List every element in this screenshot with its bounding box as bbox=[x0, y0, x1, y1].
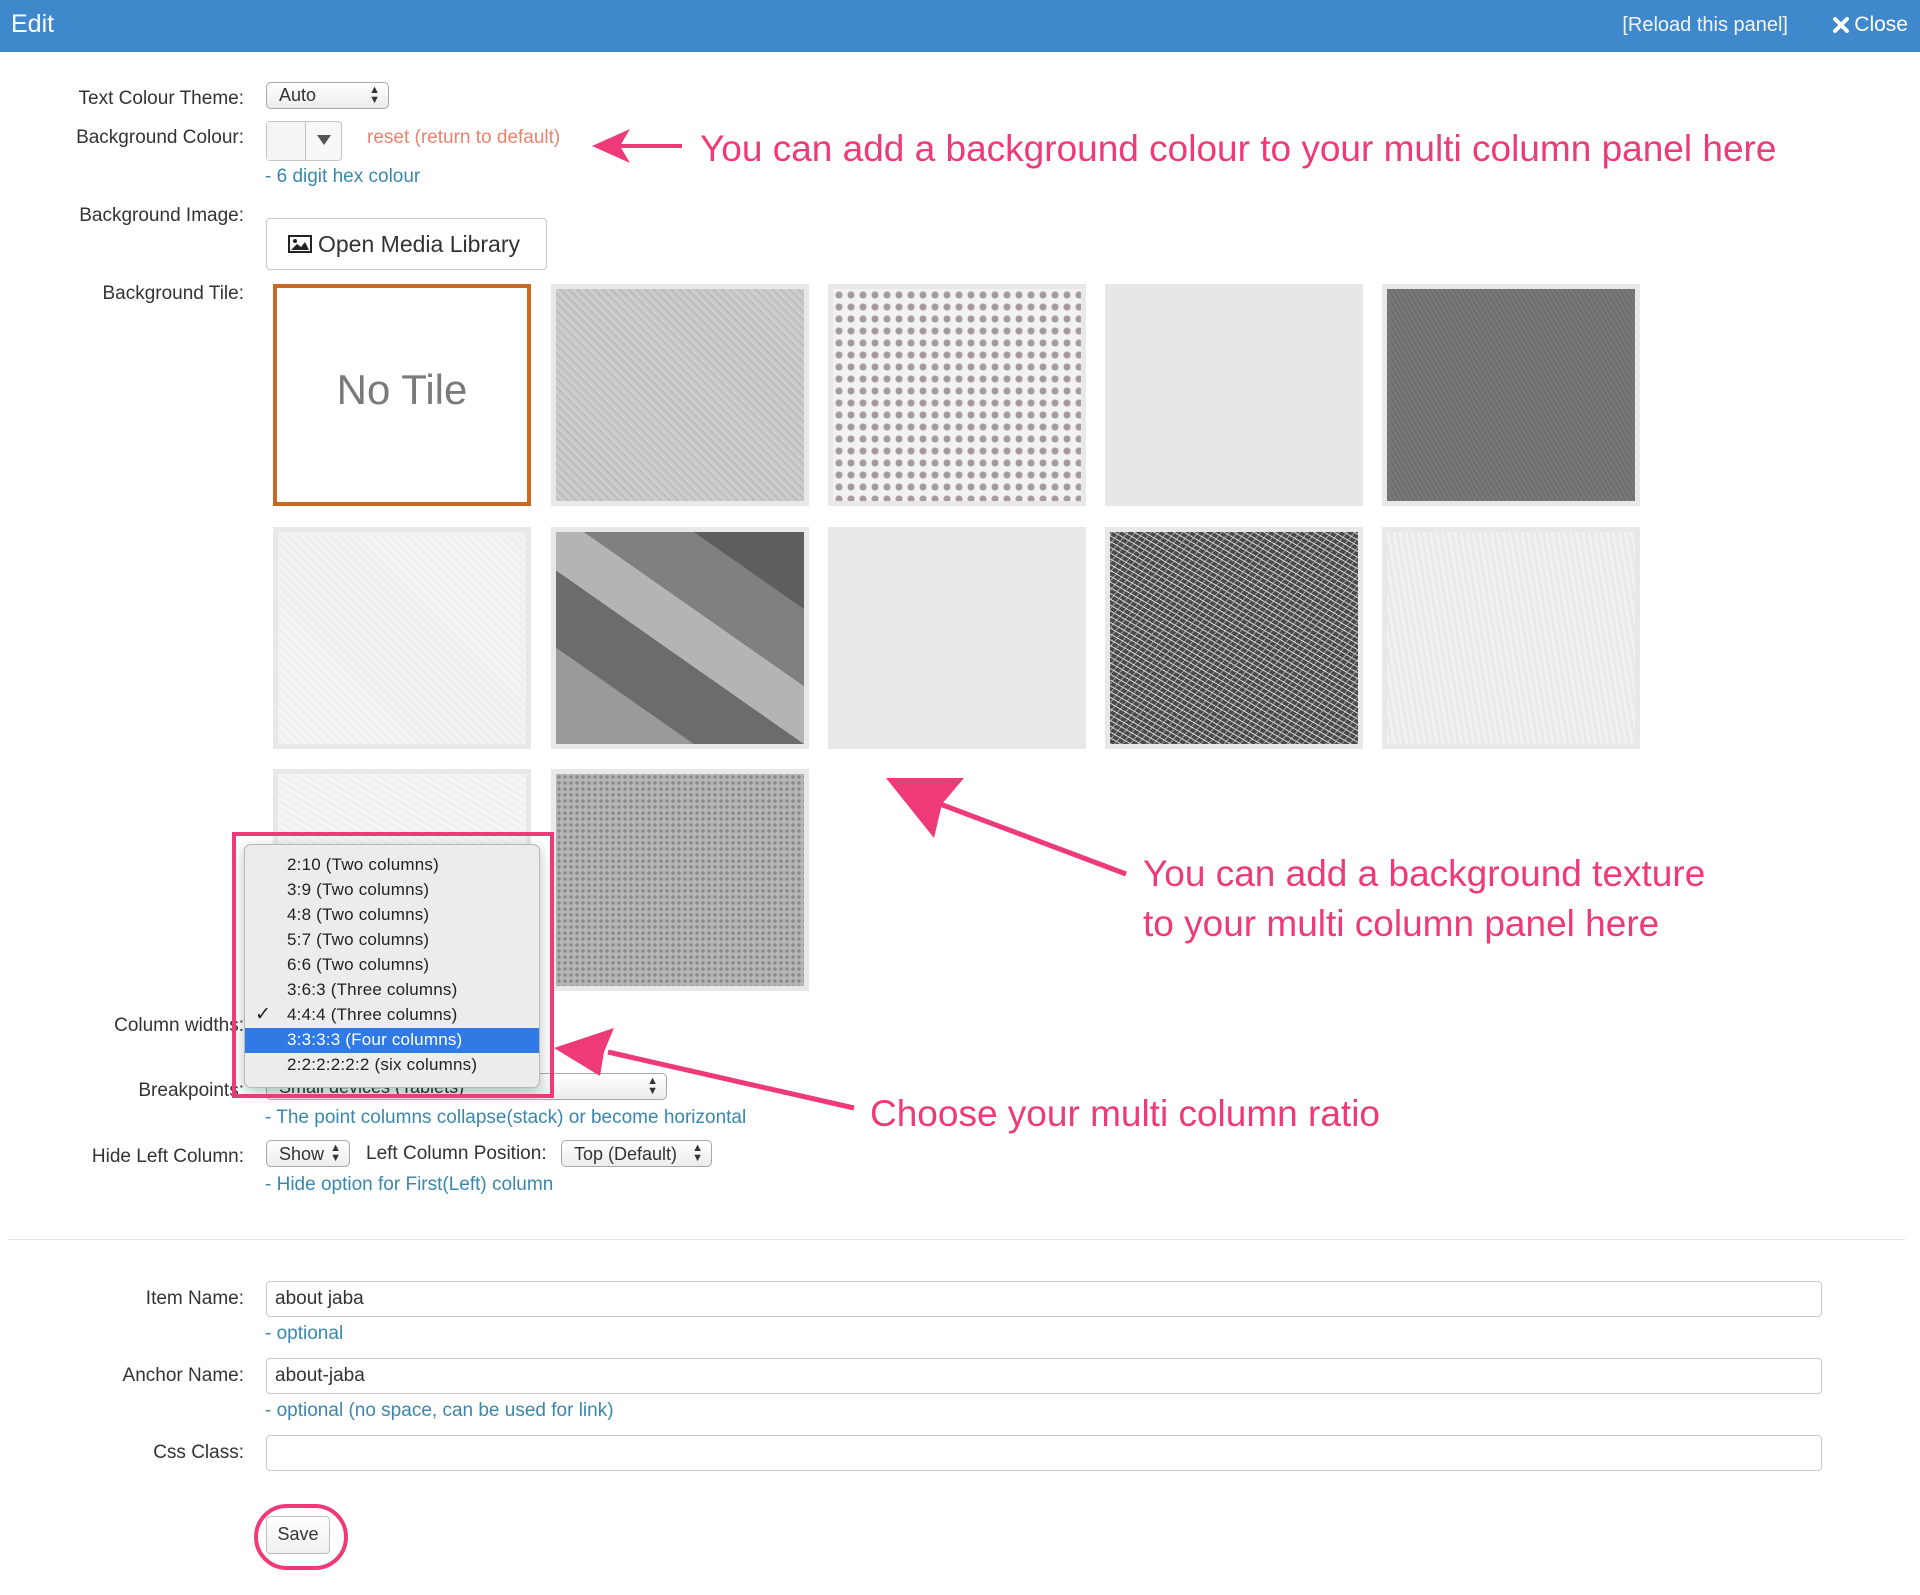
tile-option[interactable] bbox=[1105, 527, 1363, 749]
hide-left-column-help: - Hide option for First(Left) column bbox=[265, 1174, 554, 1195]
annotation-column-ratio: Choose your multi column ratio bbox=[870, 1093, 1380, 1134]
css-class-input[interactable] bbox=[266, 1435, 1822, 1471]
updown-icon: ▲ ▼ bbox=[692, 1142, 703, 1164]
left-column-position-label: Left Column Position: bbox=[366, 1143, 547, 1164]
left-column-position-value: Top (Default) bbox=[574, 1144, 678, 1164]
annotation-save-circle bbox=[254, 1504, 348, 1570]
tile-option[interactable] bbox=[551, 769, 809, 991]
open-media-library-button[interactable]: Open Media Library bbox=[266, 218, 547, 270]
panel-header: Edit [Reload this panel] Close bbox=[0, 0, 1920, 52]
background-colour-label: Background Colour: bbox=[76, 127, 244, 148]
text-colour-theme-select[interactable]: Auto ▲ ▼ bbox=[266, 82, 389, 109]
hide-left-column-label: Hide Left Column: bbox=[91, 1146, 244, 1167]
annotation-arrow-colour bbox=[592, 129, 682, 163]
annotation-highlight-box bbox=[232, 832, 554, 1098]
close-label: Close bbox=[1854, 13, 1908, 36]
updown-icon: ▲ ▼ bbox=[369, 84, 380, 106]
annotation-background-colour: You can add a background colour to your … bbox=[700, 128, 1777, 169]
anchor-name-label: Anchor Name: bbox=[122, 1365, 244, 1386]
annotation-texture-line1: You can add a background texture bbox=[1143, 853, 1706, 894]
anchor-name-input[interactable] bbox=[266, 1358, 1822, 1394]
close-icon bbox=[1833, 17, 1850, 33]
tile-option[interactable] bbox=[1382, 284, 1640, 506]
tile-option[interactable] bbox=[828, 284, 1086, 506]
colour-swatch bbox=[267, 122, 306, 160]
breakpoints-label: Breakpoints: bbox=[138, 1080, 244, 1101]
tile-option[interactable] bbox=[551, 284, 809, 506]
annotation-arrow-texture bbox=[886, 778, 1127, 877]
hex-colour-help: - 6 digit hex colour bbox=[265, 166, 421, 187]
anchor-name-help: - optional (no space, can be used for li… bbox=[265, 1400, 614, 1421]
item-name-label: Item Name: bbox=[145, 1288, 244, 1309]
panel-title: Edit bbox=[11, 10, 55, 38]
hide-left-column-select[interactable]: Show ▲ ▼ bbox=[266, 1140, 350, 1167]
open-media-library-label: Open Media Library bbox=[318, 231, 520, 257]
item-name-input[interactable] bbox=[266, 1281, 1822, 1317]
tile-option[interactable] bbox=[273, 527, 531, 749]
reset-colour-link[interactable]: reset (return to default) bbox=[367, 127, 560, 149]
updown-icon: ▲ ▼ bbox=[330, 1142, 341, 1164]
no-tile-label: No Tile bbox=[336, 366, 468, 413]
text-colour-theme-label: Text Colour Theme: bbox=[78, 88, 244, 109]
hide-left-column-value: Show bbox=[279, 1144, 325, 1164]
reload-panel-link[interactable]: [Reload this panel] bbox=[1622, 14, 1788, 37]
left-column-position-select[interactable]: Top (Default) ▲ ▼ bbox=[561, 1140, 712, 1167]
annotation-texture-line2: to your multi column panel here bbox=[1143, 903, 1660, 944]
css-class-label: Css Class: bbox=[153, 1442, 244, 1463]
background-image-label: Background Image: bbox=[79, 205, 244, 226]
image-icon bbox=[288, 235, 312, 253]
close-button[interactable]: Close bbox=[1832, 13, 1908, 37]
tile-option-none[interactable]: No Tile bbox=[273, 284, 531, 506]
section-divider bbox=[8, 1239, 1905, 1240]
tile-option[interactable] bbox=[1105, 284, 1363, 506]
item-name-help: - optional bbox=[265, 1323, 344, 1344]
caret-down-icon bbox=[317, 135, 331, 145]
text-colour-theme-value: Auto bbox=[279, 85, 317, 105]
tile-option[interactable] bbox=[828, 527, 1086, 749]
colour-picker-button[interactable] bbox=[266, 121, 342, 161]
annotation-arrow-ratio bbox=[554, 1028, 855, 1111]
background-tile-label: Background Tile: bbox=[102, 283, 244, 304]
tile-option[interactable] bbox=[1382, 527, 1640, 749]
tile-option[interactable] bbox=[551, 527, 809, 749]
column-widths-label: Column widths: bbox=[114, 1015, 244, 1036]
